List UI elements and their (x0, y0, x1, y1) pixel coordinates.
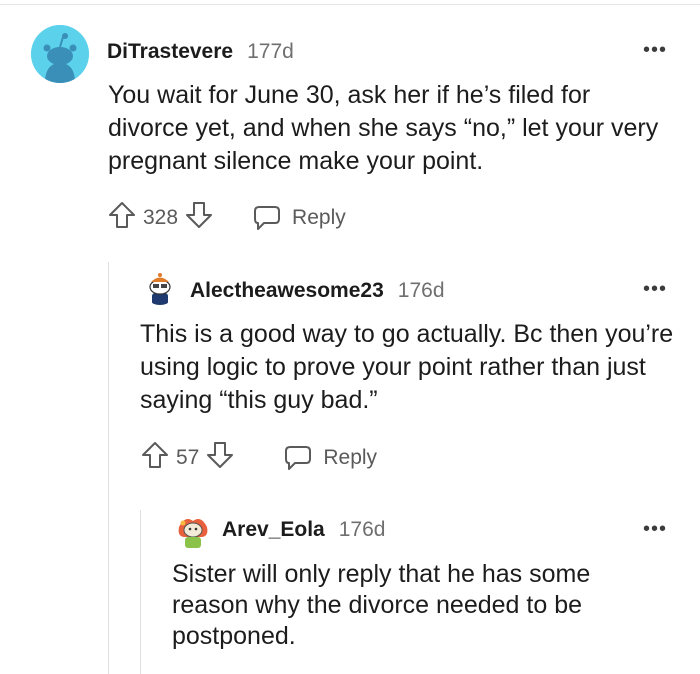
avatar[interactable] (31, 25, 89, 83)
username[interactable]: DiTrastevere (107, 40, 233, 64)
username[interactable]: Alectheawesome23 (190, 279, 384, 303)
speech-bubble-icon (254, 206, 281, 230)
comment-age: 177d (247, 40, 294, 63)
vote-score: 328 (143, 206, 179, 229)
snoo-avatar-icon (178, 519, 208, 548)
avatar[interactable] (143, 271, 177, 305)
thread-line[interactable] (108, 262, 109, 674)
thread-line[interactable] (140, 510, 141, 674)
vote-score: 57 (176, 446, 200, 469)
comment-header: Alectheawesome23 176d (190, 279, 445, 303)
reply-button[interactable]: Reply (283, 444, 377, 472)
more-options-icon[interactable]: ••• (643, 279, 667, 299)
comment-age: 176d (397, 279, 445, 302)
reply-label: Reply (323, 446, 378, 469)
top-divider (0, 4, 700, 5)
comment-body: Sister will only reply that he has some … (172, 560, 591, 650)
downvote-icon[interactable] (205, 440, 235, 476)
comment-body: This is a good way to go actually. Bc th… (140, 320, 674, 414)
more-options-icon[interactable]: ••• (643, 519, 667, 539)
snoo-avatar-icon (31, 25, 89, 83)
comment-header: DiTrastevere 177d (107, 40, 294, 64)
comment-header: Arev_Eola 176d (222, 518, 385, 542)
comment-age: 176d (338, 518, 386, 541)
comment-actions: 328 Reply (107, 200, 346, 236)
reply-label: Reply (292, 206, 346, 229)
upvote-icon[interactable] (140, 440, 170, 476)
avatar[interactable] (175, 513, 211, 549)
more-options-icon[interactable]: ••• (643, 40, 667, 60)
comment-actions: 57 Reply (140, 440, 377, 476)
speech-bubble-icon (285, 446, 312, 470)
upvote-icon[interactable] (107, 200, 137, 236)
reply-button[interactable]: Reply (252, 204, 346, 232)
snoo-avatar-icon (149, 273, 171, 305)
downvote-icon[interactable] (184, 200, 214, 236)
comment-body: You wait for June 30, ask her if he’s fi… (108, 81, 659, 175)
username[interactable]: Arev_Eola (222, 518, 325, 542)
